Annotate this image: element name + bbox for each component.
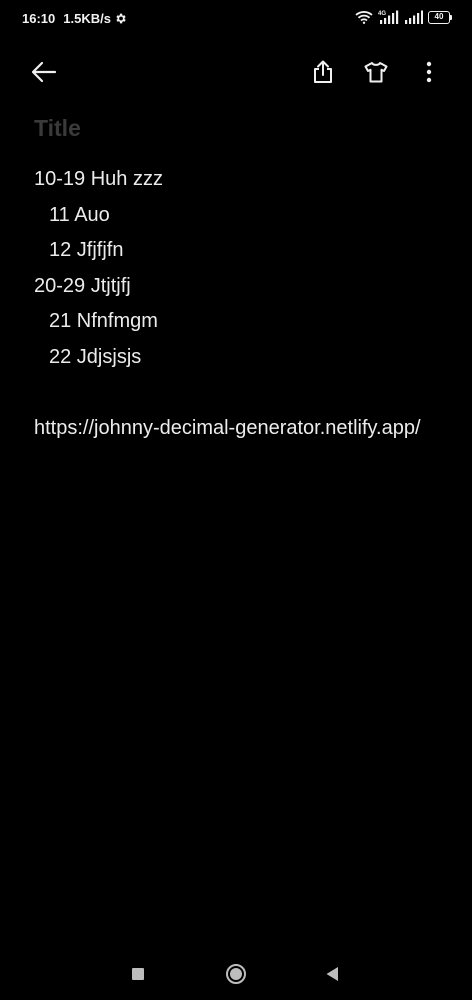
battery-level: 40 bbox=[428, 10, 450, 24]
network-speed: 1.5KB/s bbox=[63, 11, 111, 26]
battery-tip bbox=[450, 14, 452, 20]
status-time: 16:10 bbox=[22, 11, 56, 26]
battery-icon: 40 bbox=[428, 10, 452, 24]
back-button[interactable] bbox=[28, 56, 60, 88]
recents-square-icon bbox=[132, 968, 144, 980]
note-body[interactable]: 10-19 Huh zzz 11 Auo 12 Jfjfjfn 20-29 Jt… bbox=[34, 162, 464, 446]
system-back-button[interactable] bbox=[318, 960, 346, 988]
recents-button[interactable] bbox=[124, 960, 152, 988]
more-vertical-icon bbox=[426, 61, 432, 83]
system-nav-bar bbox=[0, 948, 472, 1000]
signal-4g-icon: 4G bbox=[378, 10, 399, 24]
network-type-label: 4G bbox=[378, 11, 386, 17]
theme-shirt-icon bbox=[364, 62, 388, 83]
note-line: 10-19 Huh zzz bbox=[34, 168, 163, 190]
status-bar: 16:10 1.5KB/s 4G 40 bbox=[0, 0, 472, 40]
home-button[interactable] bbox=[222, 960, 250, 988]
back-triangle-icon bbox=[326, 967, 338, 981]
back-arrow-icon bbox=[31, 61, 57, 83]
wifi-icon bbox=[355, 11, 373, 24]
status-right: 4G 40 bbox=[355, 10, 452, 24]
status-left: 16:10 1.5KB/s bbox=[22, 11, 127, 26]
note-line: 12 Jfjfjfn bbox=[49, 239, 124, 261]
note-title-field[interactable]: Title bbox=[34, 112, 464, 144]
share-button[interactable] bbox=[307, 56, 339, 88]
note-line: 21 Nfnfmgm bbox=[49, 310, 158, 332]
settings-icon bbox=[116, 13, 126, 24]
note-line: 20-29 Jtjtjfj bbox=[34, 274, 131, 297]
note-line: 22 Jdjsjsjs bbox=[49, 345, 142, 368]
more-options-button[interactable] bbox=[413, 56, 445, 88]
note-blank-line bbox=[34, 375, 464, 411]
signal-icon bbox=[405, 10, 423, 24]
note-link[interactable]: https://johnny-decimal-generator.netlify… bbox=[34, 411, 444, 447]
note-toolbar bbox=[0, 48, 472, 96]
share-icon bbox=[314, 60, 332, 83]
note-line: 11 Auo bbox=[49, 203, 110, 226]
theme-button[interactable] bbox=[360, 56, 392, 88]
note-editor[interactable]: Title 10-19 Huh zzz 11 Auo 12 Jfjfjfn 20… bbox=[34, 112, 464, 446]
home-circle-icon bbox=[226, 964, 246, 984]
